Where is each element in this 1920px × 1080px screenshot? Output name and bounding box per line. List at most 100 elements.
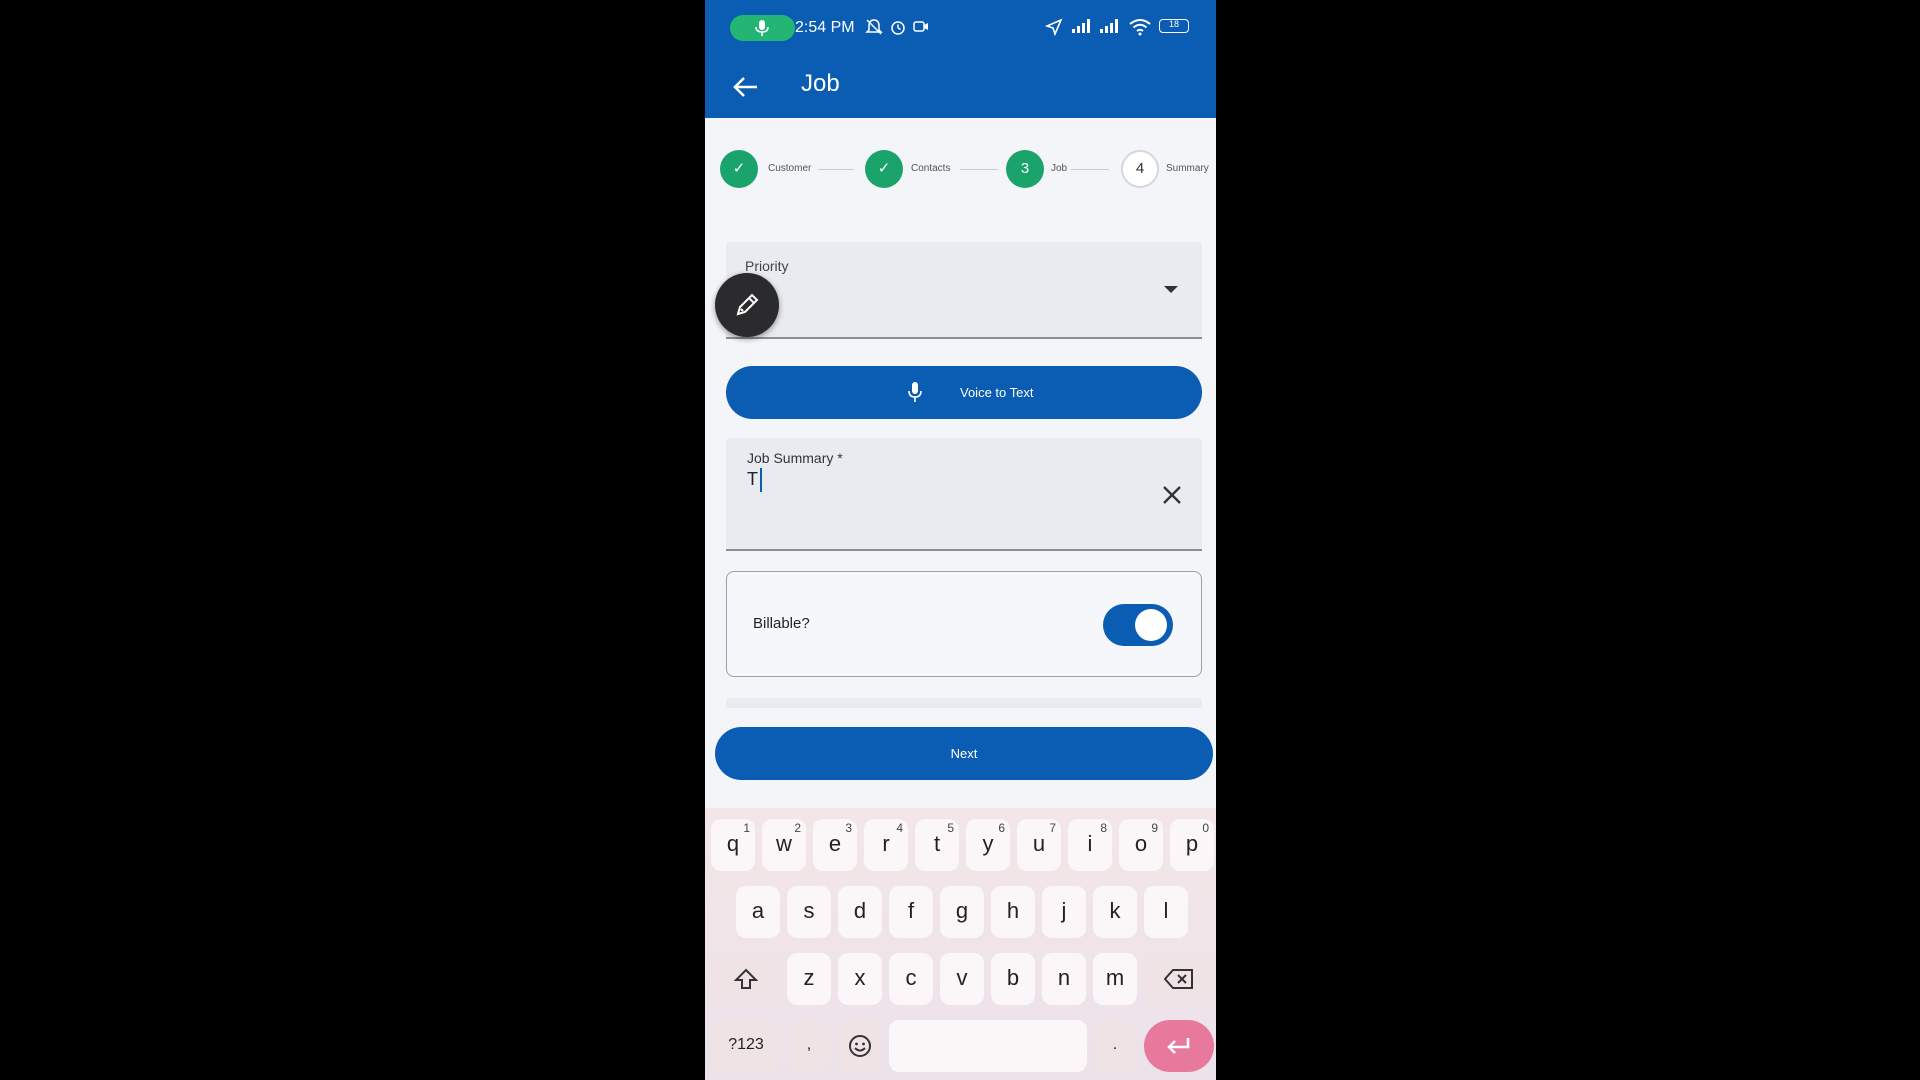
edit-floating-button[interactable] (715, 273, 779, 337)
pencil-edit-icon (736, 293, 759, 316)
battery-icon: 18 (1159, 19, 1189, 33)
key-hint: 1 (743, 821, 750, 835)
shift-icon (733, 968, 759, 989)
screen-record-icon (913, 21, 928, 32)
key-l[interactable]: l (1144, 886, 1188, 938)
key-hint: 0 (1202, 821, 1209, 835)
step-connector (1071, 169, 1109, 170)
key-label: i (1087, 831, 1093, 856)
text-cursor (760, 468, 762, 492)
key-r[interactable]: r4 (864, 819, 908, 871)
step-label: Job (1051, 163, 1068, 174)
location-arrow-icon (1045, 18, 1063, 36)
job-summary-input[interactable]: T (747, 469, 758, 490)
key-b[interactable]: b (991, 953, 1035, 1005)
key-z[interactable]: z (787, 953, 831, 1005)
next-field-partial (726, 698, 1202, 708)
step-label: Customer (768, 163, 812, 174)
key-u[interactable]: u7 (1017, 819, 1061, 871)
key-label: p (1185, 831, 1199, 856)
period-key[interactable]: . (1093, 1020, 1137, 1072)
key-c[interactable]: c (889, 953, 933, 1005)
key-k[interactable]: k (1093, 886, 1137, 938)
check-icon: ✓ (865, 150, 903, 188)
priority-dropdown[interactable]: Priority nal (726, 242, 1202, 339)
page-title: Job (801, 70, 840, 97)
back-arrow-icon[interactable] (729, 70, 763, 104)
toggle-knob (1135, 609, 1167, 641)
microphone-icon (755, 20, 769, 36)
key-label: y (982, 831, 994, 856)
onscreen-keyboard: q1 w2 e3 r4 t5 y6 u7 i8 o9 p0 a s d f g … (705, 808, 1216, 1080)
key-e[interactable]: e3 (813, 819, 857, 871)
progress-stepper: ✓ Customer ✓ Contacts 3 Job 4 Summary (705, 140, 1216, 200)
billable-label: Billable? (753, 615, 810, 632)
billable-card: Billable? (726, 571, 1202, 677)
voice-to-text-label: Voice to Text (960, 385, 1034, 400)
key-m[interactable]: m (1093, 953, 1137, 1005)
key-h[interactable]: h (991, 886, 1035, 938)
emoji-icon (849, 1035, 871, 1057)
key-j[interactable]: j (1042, 886, 1086, 938)
signal-icon (1072, 19, 1090, 33)
step-number: 3 (1006, 150, 1044, 188)
key-label: r (882, 831, 890, 856)
enter-key[interactable] (1144, 1020, 1214, 1072)
key-v[interactable]: v (940, 953, 984, 1005)
key-label: t (933, 831, 941, 856)
key-hint: 6 (998, 821, 1005, 835)
key-o[interactable]: o9 (1119, 819, 1163, 871)
app-bar: Job (705, 56, 1216, 118)
key-f[interactable]: f (889, 886, 933, 938)
shift-key[interactable] (711, 953, 781, 1005)
step-label: Summary (1166, 163, 1209, 174)
check-icon: ✓ (720, 150, 758, 188)
clear-icon[interactable] (1159, 482, 1185, 508)
key-s[interactable]: s (787, 886, 831, 938)
emoji-key[interactable] (838, 1020, 882, 1072)
signal-icon-2 (1100, 19, 1118, 33)
step-connector (960, 169, 998, 170)
key-label: o (1134, 831, 1148, 856)
key-label: w (776, 831, 792, 856)
key-t[interactable]: t5 (915, 819, 959, 871)
enter-icon (1167, 1038, 1190, 1054)
key-p[interactable]: p0 (1170, 819, 1214, 871)
key-hint: 9 (1151, 821, 1158, 835)
microphone-icon (908, 382, 922, 402)
key-hint: 7 (1049, 821, 1056, 835)
key-g[interactable]: g (940, 886, 984, 938)
key-label: q (726, 831, 740, 856)
billable-toggle[interactable] (1103, 604, 1173, 646)
battery-level: 18 (1168, 19, 1179, 29)
job-summary-label: Job Summary * (747, 450, 843, 466)
key-hint: 4 (896, 821, 903, 835)
key-y[interactable]: y6 (966, 819, 1010, 871)
key-hint: 8 (1100, 821, 1107, 835)
status-bar: 2:54 PM 18 (705, 0, 1216, 56)
key-w[interactable]: w2 (762, 819, 806, 871)
backspace-key[interactable] (1144, 953, 1214, 1005)
backspace-icon (1163, 969, 1193, 989)
step-number: 4 (1121, 150, 1159, 188)
step-connector (818, 169, 854, 170)
space-key[interactable] (889, 1020, 1087, 1072)
key-label: u (1032, 831, 1046, 856)
job-summary-field[interactable]: Job Summary * T (726, 438, 1202, 551)
next-button[interactable]: Next (715, 727, 1213, 780)
key-d[interactable]: d (838, 886, 882, 938)
key-label: e (828, 831, 842, 856)
key-x[interactable]: x (838, 953, 882, 1005)
bell-muted-icon (865, 19, 883, 35)
voice-to-text-button[interactable]: Voice to Text (726, 366, 1202, 419)
dropdown-arrow-icon (1164, 286, 1178, 293)
key-hint: 3 (845, 821, 852, 835)
key-a[interactable]: a (736, 886, 780, 938)
comma-key[interactable]: , (787, 1020, 831, 1072)
status-time: 2:54 PM (795, 19, 855, 36)
key-n[interactable]: n (1042, 953, 1086, 1005)
key-hint: 2 (794, 821, 801, 835)
key-i[interactable]: i8 (1068, 819, 1112, 871)
key-q[interactable]: q1 (711, 819, 755, 871)
symbols-key[interactable]: ?123 (711, 1020, 781, 1072)
